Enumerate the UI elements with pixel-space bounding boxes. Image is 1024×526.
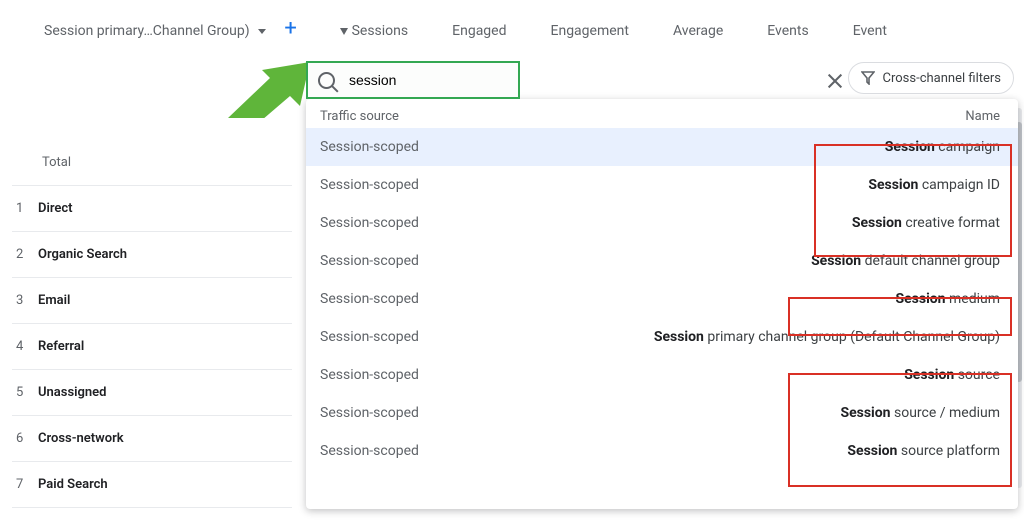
table-row[interactable]: 4 Referral bbox=[12, 324, 292, 370]
dimension-option[interactable]: Session-scoped Session medium bbox=[306, 280, 1018, 318]
table-row[interactable]: 2 Organic Search bbox=[12, 232, 292, 278]
metric-engagement[interactable]: Engagement bbox=[551, 23, 629, 39]
metric-average[interactable]: Average bbox=[673, 23, 723, 39]
primary-dimension-dropdown[interactable]: Session primary…Channel Group) bbox=[44, 23, 266, 39]
dimension-option[interactable]: Session-scoped Session source bbox=[306, 356, 1018, 394]
dimension-option[interactable]: Session-scoped Session source platform bbox=[306, 432, 1018, 470]
table-row[interactable]: 7 Paid Search bbox=[12, 462, 292, 508]
total-label: Total bbox=[42, 155, 71, 170]
close-panel-button[interactable] bbox=[826, 72, 844, 90]
table-row[interactable]: 6 Cross-network bbox=[12, 416, 292, 462]
table-row[interactable]: 5 Unassigned bbox=[12, 370, 292, 416]
panel-col-source: Traffic source bbox=[320, 109, 399, 124]
annotation-arrow-icon bbox=[228, 62, 310, 118]
panel-header: Traffic source Name bbox=[306, 99, 1018, 128]
search-icon bbox=[318, 72, 335, 89]
panel-col-name: Name bbox=[965, 109, 1000, 124]
metric-engaged[interactable]: Engaged bbox=[452, 23, 506, 39]
dimension-option[interactable]: Session-scoped Session default channel g… bbox=[306, 242, 1018, 280]
dimension-option[interactable]: Session-scoped Session primary channel g… bbox=[306, 318, 1018, 356]
filter-icon bbox=[861, 71, 875, 85]
dimension-option[interactable]: Session-scoped Session creative format bbox=[306, 204, 1018, 242]
primary-dimension-label: Session primary…Channel Group) bbox=[44, 23, 250, 39]
table-row[interactable]: 3 Email bbox=[12, 278, 292, 324]
search-input[interactable] bbox=[349, 72, 489, 88]
add-dimension-button[interactable]: + bbox=[278, 18, 304, 44]
dimension-search-box[interactable] bbox=[306, 61, 520, 99]
header-row: Session primary…Channel Group) + Session… bbox=[0, 0, 1024, 58]
sort-down-icon bbox=[340, 28, 348, 35]
total-row: Total bbox=[12, 140, 292, 186]
filter-pill-label: Cross-channel filters bbox=[883, 71, 1001, 86]
dimension-picker-panel: Traffic source Name Session-scoped Sessi… bbox=[306, 99, 1018, 509]
metric-sessions[interactable]: Sessions bbox=[340, 23, 409, 39]
cross-channel-filters-button[interactable]: Cross-channel filters bbox=[848, 62, 1014, 94]
dimension-option[interactable]: Session-scoped Session campaign bbox=[306, 128, 1018, 166]
chevron-down-icon bbox=[258, 29, 266, 34]
table-row[interactable]: 1 Direct bbox=[12, 186, 292, 232]
channel-table: Total 1 Direct 2 Organic Search 3 Email … bbox=[12, 140, 292, 508]
dimension-option[interactable]: Session-scoped Session source / medium bbox=[306, 394, 1018, 432]
metric-headers: Sessions Engaged Engagement Average Even… bbox=[340, 23, 887, 39]
dimension-option[interactable]: Session-scoped Session campaign ID bbox=[306, 166, 1018, 204]
metric-event-truncated[interactable]: Event bbox=[853, 23, 887, 39]
metric-events[interactable]: Events bbox=[767, 23, 808, 39]
